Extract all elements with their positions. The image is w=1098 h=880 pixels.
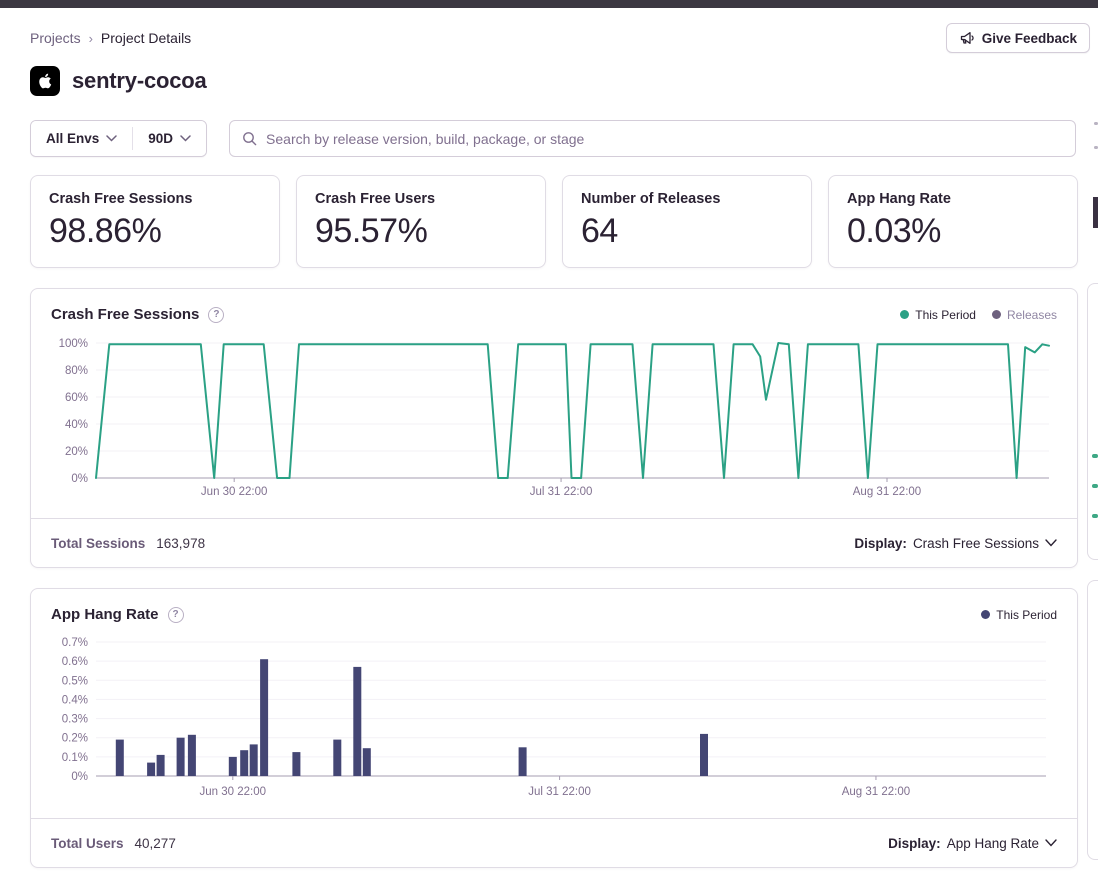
svg-text:Jul 31 22:00: Jul 31 22:00 xyxy=(530,486,593,498)
legend-item[interactable]: Releases xyxy=(992,308,1057,322)
page-title: sentry-cocoa xyxy=(72,68,207,94)
cutoff-fragment xyxy=(1094,146,1098,149)
svg-text:0.6%: 0.6% xyxy=(62,656,88,668)
crash-free-sessions-panel: Crash Free Sessions ? This Period Release… xyxy=(30,288,1078,568)
stat-value: 98.86% xyxy=(49,212,261,251)
total-users-label: Total Users xyxy=(51,836,124,851)
total-sessions-value: 163,978 xyxy=(156,536,205,551)
display-value: Crash Free Sessions xyxy=(913,536,1039,551)
svg-text:0.5%: 0.5% xyxy=(62,675,88,687)
panel-title: App Hang Rate xyxy=(51,606,159,623)
environment-filter-label: All Envs xyxy=(46,131,99,146)
svg-text:20%: 20% xyxy=(65,446,88,458)
chevron-down-icon xyxy=(1045,839,1057,847)
panel-footer: Total Users 40,277 Display: App Hang Rat… xyxy=(31,818,1077,867)
display-label: Display: xyxy=(888,836,941,851)
filter-button-group: All Envs 90D xyxy=(30,120,207,157)
search-icon xyxy=(242,131,257,146)
svg-text:100%: 100% xyxy=(59,338,88,350)
svg-text:40%: 40% xyxy=(65,419,88,431)
total-users-value: 40,277 xyxy=(135,836,176,851)
svg-text:60%: 60% xyxy=(65,392,88,404)
stat-card-crash-free-sessions: Crash Free Sessions 98.86% xyxy=(30,175,280,268)
total-sessions-label: Total Sessions xyxy=(51,536,145,551)
legend-dot-icon xyxy=(981,610,990,619)
project-title-row: sentry-cocoa xyxy=(30,66,1078,96)
legend-dot-icon xyxy=(900,310,909,319)
app-hang-rate-chart[interactable]: 0.7% 0.6% 0.5% 0.4% 0.3% 0.2% 0.1% 0% Jun 30 22:… xyxy=(31,631,1077,809)
search-input[interactable] xyxy=(266,131,1063,147)
svg-text:Jun 30 22:00: Jun 30 22:00 xyxy=(201,486,268,498)
svg-text:Jun 30 22:00: Jun 30 22:00 xyxy=(200,786,267,798)
svg-text:0.2%: 0.2% xyxy=(62,733,88,745)
filter-row: All Envs 90D xyxy=(30,120,1078,157)
stat-value: 64 xyxy=(581,212,793,251)
chevron-down-icon xyxy=(180,135,191,142)
chart-legend: This Period Releases xyxy=(900,308,1057,322)
give-feedback-button[interactable]: Give Feedback xyxy=(946,23,1090,53)
app-hang-rate-panel: App Hang Rate ? This Period 0.7% 0.6% 0.5%… xyxy=(30,588,1078,868)
chart-legend: This Period xyxy=(981,608,1057,622)
top-nav-bar xyxy=(0,0,1098,8)
svg-text:Aug 31 22:00: Aug 31 22:00 xyxy=(853,486,921,498)
legend-dot-icon xyxy=(992,310,1001,319)
header-row: Projects › Project Details Give Feedback xyxy=(30,22,1078,54)
display-label: Display: xyxy=(854,536,907,551)
stat-card-crash-free-users: Crash Free Users 95.57% xyxy=(296,175,546,268)
stat-card-app-hang-rate: App Hang Rate 0.03% xyxy=(828,175,1078,268)
cutoff-fragment xyxy=(1094,122,1098,125)
chevron-down-icon xyxy=(1045,539,1057,547)
cutoff-release-dash xyxy=(1092,454,1098,458)
project-details-page: Projects › Project Details Give Feedback… xyxy=(0,22,1098,868)
stat-label: Crash Free Sessions xyxy=(49,191,261,207)
cutoff-release-dash xyxy=(1092,484,1098,488)
cutoff-panel-fragment xyxy=(1087,283,1098,560)
display-value: App Hang Rate xyxy=(947,836,1039,851)
stats-cards-row: Crash Free Sessions 98.86% Crash Free Us… xyxy=(30,175,1078,268)
legend-item[interactable]: This Period xyxy=(981,608,1057,622)
svg-text:0.7%: 0.7% xyxy=(62,637,88,649)
period-filter-label: 90D xyxy=(148,131,173,146)
stat-label: App Hang Rate xyxy=(847,191,1059,207)
svg-text:0.3%: 0.3% xyxy=(62,714,88,726)
stat-value: 95.57% xyxy=(315,212,527,251)
stat-card-number-of-releases: Number of Releases 64 xyxy=(562,175,812,268)
chevron-down-icon xyxy=(106,135,117,142)
give-feedback-label: Give Feedback xyxy=(982,31,1077,46)
legend-item[interactable]: This Period xyxy=(900,308,976,322)
svg-text:0%: 0% xyxy=(71,771,88,783)
panel-header: Crash Free Sessions ? This Period Release… xyxy=(31,289,1077,329)
crash-free-sessions-chart[interactable]: 100% 80% 60% 40% 20% 0% Jun 30 22:00 Jul 31 22:… xyxy=(31,331,1077,509)
megaphone-icon xyxy=(959,30,975,46)
breadcrumb-current-page: Project Details xyxy=(101,30,191,46)
help-icon[interactable]: ? xyxy=(208,307,224,323)
svg-text:80%: 80% xyxy=(65,365,88,377)
svg-text:0.4%: 0.4% xyxy=(62,694,88,706)
apple-platform-icon xyxy=(30,66,60,96)
display-selector[interactable]: Display: Crash Free Sessions xyxy=(854,536,1057,551)
stat-label: Number of Releases xyxy=(581,191,793,207)
svg-text:0%: 0% xyxy=(71,473,88,485)
stat-label: Crash Free Users xyxy=(315,191,527,207)
breadcrumb-separator: › xyxy=(89,31,93,46)
svg-text:0.1%: 0.1% xyxy=(62,752,88,764)
help-icon[interactable]: ? xyxy=(168,607,184,623)
release-search-box[interactable] xyxy=(229,120,1076,157)
panel-header: App Hang Rate ? This Period xyxy=(31,589,1077,629)
cutoff-release-dash xyxy=(1092,514,1098,518)
cutoff-panel-fragment xyxy=(1087,580,1098,860)
breadcrumb-projects-link[interactable]: Projects xyxy=(30,30,81,46)
environment-filter-button[interactable]: All Envs xyxy=(31,121,132,156)
display-selector[interactable]: Display: App Hang Rate xyxy=(888,836,1057,851)
svg-text:Aug 31 22:00: Aug 31 22:00 xyxy=(842,786,910,798)
breadcrumb: Projects › Project Details xyxy=(30,30,191,46)
cutoff-stat-digit-fragment xyxy=(1093,197,1098,228)
panel-footer: Total Sessions 163,978 Display: Crash Fr… xyxy=(31,518,1077,567)
panel-title: Crash Free Sessions xyxy=(51,306,199,323)
svg-text:Jul 31 22:00: Jul 31 22:00 xyxy=(528,786,591,798)
period-filter-button[interactable]: 90D xyxy=(133,121,206,156)
stat-value: 0.03% xyxy=(847,212,1059,251)
